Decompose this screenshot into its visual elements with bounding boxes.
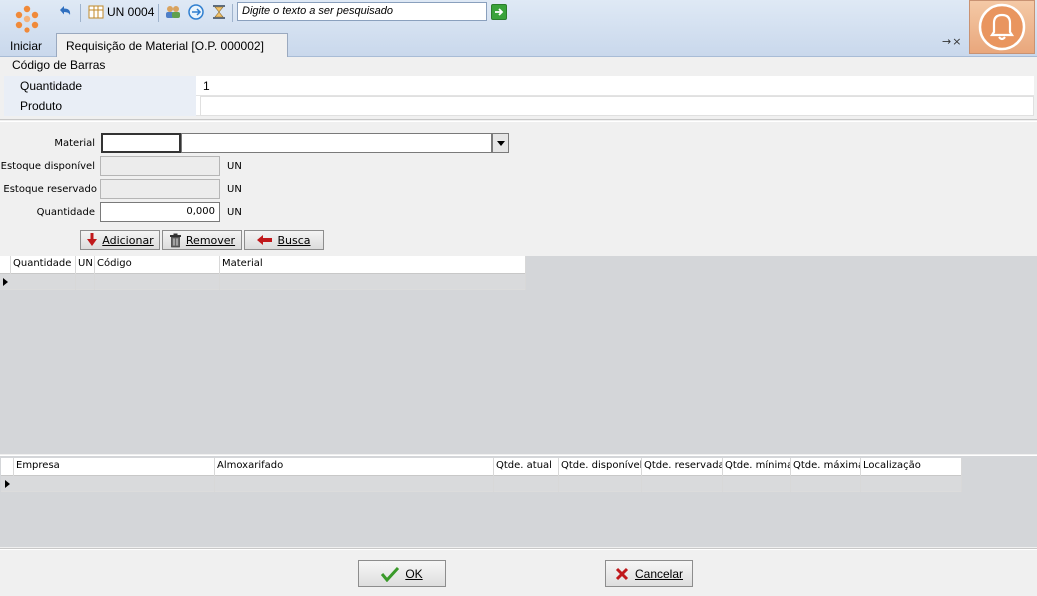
unit-selector[interactable]: UN 0004 — [107, 5, 154, 19]
section-divider — [0, 119, 1037, 122]
cancel-button-label: Cancelar — [634, 566, 684, 581]
cell-qtde-maxima — [791, 476, 861, 492]
toolbar-separator — [232, 4, 233, 22]
cell-localizacao — [861, 476, 962, 492]
column-header-qtde-minima[interactable]: Qtde. mínima — [723, 458, 791, 476]
trash-icon — [169, 233, 181, 247]
notifications-button[interactable] — [969, 0, 1035, 54]
tab-requisicao-material[interactable]: Requisição de Material [O.P. 000002] — [56, 33, 288, 57]
column-header-qtde-disponivel[interactable]: Qtde. disponível — [559, 458, 642, 476]
hourglass-icon[interactable] — [210, 3, 228, 21]
cell-material — [220, 274, 526, 290]
refresh-icon[interactable] — [187, 3, 205, 21]
remove-button[interactable]: Remover — [162, 230, 242, 250]
estoque-reservado-label: Estoque reservado — [3, 184, 97, 195]
material-label: Material — [54, 138, 95, 149]
start-button[interactable]: Iniciar — [4, 2, 48, 55]
search-input[interactable]: Digite o texto a ser pesquisado — [237, 2, 487, 21]
close-icon — [615, 567, 629, 580]
users-icon[interactable] — [164, 3, 182, 21]
toolbar-separator — [158, 4, 159, 22]
estoque-reservado-field — [100, 179, 220, 199]
cell-qtde-minima — [723, 476, 791, 492]
search-button[interactable]: Busca — [244, 230, 324, 250]
barcode-quantity-row: Quantidade 1 — [4, 76, 1034, 96]
stock-grid[interactable]: Empresa Almoxarifado Qtde. atual Qtde. d… — [0, 455, 1037, 547]
cell-qtde-atual — [494, 476, 559, 492]
footer-divider — [0, 548, 1037, 550]
cell-almoxarifado — [215, 476, 494, 492]
cell-un — [76, 274, 95, 290]
column-header-material[interactable]: Material — [220, 256, 526, 274]
quantidade-input[interactable]: 0,000 — [100, 202, 220, 222]
estoque-disponivel-unit: UN — [227, 161, 242, 172]
row-indicator-icon — [5, 480, 10, 488]
arrow-right-icon — [495, 8, 504, 16]
column-header-qtde-maxima[interactable]: Qtde. máxima — [791, 458, 861, 476]
estoque-disponivel-field — [100, 156, 220, 176]
material-code-input[interactable] — [101, 133, 181, 153]
materials-grid-header: Quantidade UN Código Material — [0, 256, 526, 274]
materials-grid[interactable]: Quantidade UN Código Material — [0, 256, 1037, 454]
material-name-combo[interactable] — [181, 133, 492, 153]
app-logo-icon — [15, 5, 39, 33]
stock-grid-header: Empresa Almoxarifado Qtde. atual Qtde. d… — [1, 458, 962, 476]
column-header-quantidade[interactable]: Quantidade — [11, 256, 76, 274]
barcode-product-row: Produto — [4, 96, 1034, 116]
quantidade-unit: UN — [227, 207, 242, 218]
barcode-group-title: Código de Barras — [12, 58, 106, 72]
add-button[interactable]: Adicionar — [80, 230, 160, 250]
barcode-product-field[interactable] — [200, 96, 1034, 116]
cell-qtde-disponivel — [559, 476, 642, 492]
column-header-codigo[interactable]: Código — [95, 256, 220, 274]
add-button-label: Adicionar — [102, 233, 154, 247]
table-row[interactable] — [0, 274, 526, 290]
remove-button-label: Remover — [185, 233, 236, 247]
material-dropdown-button[interactable] — [492, 133, 509, 153]
column-header-un[interactable]: UN — [76, 256, 95, 274]
checkmark-icon — [381, 566, 400, 582]
cell-empresa — [14, 476, 215, 492]
estoque-disponivel-label: Estoque disponível — [0, 161, 95, 172]
cell-qtde-reservada — [642, 476, 723, 492]
column-header-qtde-atual[interactable]: Qtde. atual — [494, 458, 559, 476]
cell-codigo — [95, 274, 220, 290]
table-row[interactable] — [1, 476, 962, 492]
column-header-empresa[interactable]: Empresa — [14, 458, 215, 476]
grid-indicator-header — [0, 256, 11, 274]
barcode-product-label: Produto — [4, 96, 196, 116]
start-label: Iniciar — [9, 39, 42, 53]
tab-close-controls[interactable]: →× — [942, 35, 962, 48]
cell-quantidade — [11, 274, 76, 290]
toolbar-separator — [80, 4, 81, 22]
ok-button-label: OK — [405, 566, 423, 581]
ok-button[interactable]: OK — [358, 560, 446, 587]
undo-icon[interactable] — [56, 3, 74, 21]
barcode-quantity-field[interactable]: 1 — [200, 76, 1034, 96]
calendar-grid-icon[interactable] — [87, 3, 105, 21]
quantidade-label: Quantidade — [36, 207, 95, 218]
bell-icon — [978, 3, 1026, 51]
cancel-button[interactable]: Cancelar — [605, 560, 693, 587]
column-header-qtde-reservada[interactable]: Qtde. reservada — [642, 458, 723, 476]
grid-indicator-header — [1, 458, 14, 476]
arrow-left-icon — [257, 235, 273, 245]
barcode-quantity-label: Quantidade — [4, 76, 196, 96]
arrow-down-icon — [87, 233, 98, 246]
search-go-button[interactable] — [491, 4, 507, 20]
column-header-localizacao[interactable]: Localização — [861, 458, 962, 476]
column-header-almoxarifado[interactable]: Almoxarifado — [215, 458, 494, 476]
estoque-reservado-unit: UN — [227, 184, 242, 195]
search-button-label: Busca — [277, 233, 311, 247]
row-indicator-icon — [3, 278, 8, 286]
